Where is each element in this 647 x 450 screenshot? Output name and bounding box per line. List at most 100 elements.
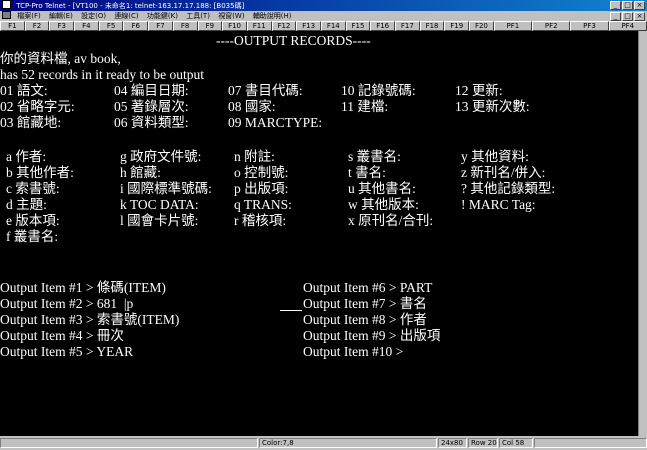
menu-bar: 檔案(F) 編輯(E) 設定(O) 連線(C) 功能鍵(K) 工具(T) 視窗(…	[0, 11, 647, 21]
code-option: o 控制號:	[234, 165, 289, 180]
code-option: q TRANS:	[234, 197, 292, 212]
child-close-button[interactable]: ×	[634, 12, 645, 21]
code-option: u 其他書名:	[348, 181, 416, 196]
code-option: d 主題:	[6, 197, 47, 212]
screen-heading: ----OUTPUT RECORDS----	[216, 33, 371, 48]
fkey-f18[interactable]: F18	[419, 21, 445, 31]
code-option: g 政府文件號:	[120, 149, 202, 164]
menu-edit[interactable]: 編輯(E)	[49, 11, 73, 21]
output-item: Output Item #6 > PART	[303, 280, 433, 295]
output-item: Output Item #8 > 作者	[303, 312, 427, 327]
maximize-button[interactable]: □	[622, 1, 633, 10]
fkey-f14[interactable]: F14	[320, 21, 346, 31]
function-key-bar: F1 F2 F3 F4 F5 F6 F7 F8 F9 F10 F11 F12 F13 F14 F15 F16 F…	[0, 21, 647, 31]
code-option: b 其他作者:	[6, 165, 74, 180]
field-option: 10 記錄號碼:	[341, 83, 416, 98]
code-option: k TOC DATA:	[120, 197, 199, 212]
menu-file[interactable]: 檔案(F)	[17, 11, 41, 21]
menu-window[interactable]: 視窗(W)	[218, 11, 244, 21]
code-option: n 附註:	[234, 149, 275, 164]
menu-connect[interactable]: 連線(C)	[114, 11, 138, 21]
code-option: p 出版項:	[234, 181, 289, 196]
intro-line: 你的資料檔, av book,	[0, 51, 121, 66]
output-item: Output Item #3 > 索書號(ITEM)	[0, 312, 180, 327]
title-bar: TCP-Pro Telnet - [VT100 - 未命名1: telnet-1…	[0, 0, 647, 11]
minimize-button[interactable]: _	[610, 1, 621, 10]
code-option: a 作者:	[6, 149, 47, 164]
fkey-f3[interactable]: F3	[49, 21, 75, 31]
code-option: x 原刊名/合刊:	[348, 213, 434, 228]
code-option: ? 其他記錄類型:	[461, 181, 556, 196]
fkey-f8[interactable]: F8	[172, 21, 198, 31]
code-option: f 叢書名:	[6, 229, 59, 244]
fkey-f2[interactable]: F2	[24, 21, 50, 31]
fkey-pf1[interactable]: PF1	[493, 21, 533, 31]
fkey-f20[interactable]: F20	[469, 21, 494, 31]
document-icon[interactable]	[2, 11, 11, 19]
field-option: 06 資料類型:	[114, 115, 189, 130]
status-row: Row 20	[468, 438, 498, 448]
output-item: Output Item #9 > 出版項	[303, 328, 441, 343]
field-option: 02 省略字元:	[0, 99, 75, 114]
fkey-f13[interactable]: F13	[296, 21, 321, 31]
text-cursor	[280, 310, 302, 311]
status-empty-1	[0, 438, 258, 448]
status-bar: Color:7,8 24x80 Row 20 Col 58	[0, 436, 647, 450]
code-option: t 書名:	[348, 165, 386, 180]
menu-settings[interactable]: 設定(O)	[81, 11, 106, 21]
intro-line: has 52 records in it ready to be output	[0, 67, 204, 82]
output-item: Output Item #4 > 冊次	[0, 328, 124, 343]
code-option: r 稽核項:	[234, 213, 287, 228]
code-option: w 其他版本:	[348, 197, 419, 212]
output-item: Output Item #10 >	[303, 344, 404, 359]
output-item: Output Item #7 > 書名	[303, 296, 427, 311]
field-option: 04 編目日期:	[114, 83, 189, 98]
vertical-scrollbar[interactable]	[638, 31, 647, 436]
field-option: 08 國家:	[228, 99, 276, 114]
fkey-pf4[interactable]: PF4	[608, 21, 647, 31]
fkey-f19[interactable]: F19	[444, 21, 470, 31]
code-option: ! MARC Tag:	[461, 197, 536, 212]
status-empty-2	[534, 438, 647, 448]
close-button[interactable]: ×	[634, 1, 645, 10]
child-minimize-button[interactable]: _	[610, 12, 621, 21]
fkey-f15[interactable]: F15	[345, 21, 371, 31]
field-option: 09 MARCTYPE:	[228, 115, 323, 130]
menu-function-keys[interactable]: 功能鍵(K)	[147, 11, 178, 21]
field-option: 01 語文:	[0, 83, 48, 98]
menu-tools[interactable]: 工具(T)	[186, 11, 210, 21]
window-title: TCP-Pro Telnet - [VT100 - 未命名1: telnet-1…	[16, 2, 245, 10]
fkey-f6[interactable]: F6	[123, 21, 149, 31]
fkey-pf2[interactable]: PF2	[532, 21, 571, 31]
code-option: y 其他資料:	[461, 149, 529, 164]
child-maximize-button[interactable]: □	[622, 12, 633, 21]
code-option: s 叢書名:	[348, 149, 401, 164]
fkey-f11[interactable]: F11	[246, 21, 272, 31]
terminal-screen[interactable]: ----OUTPUT RECORDS---- 你的資料檔, av book, has…	[0, 31, 638, 436]
status-color: Color:7,8	[259, 438, 437, 448]
app-icon	[2, 0, 11, 9]
fkey-f17[interactable]: F17	[395, 21, 420, 31]
fkey-pf3[interactable]: PF3	[570, 21, 609, 31]
status-col: Col 58	[499, 438, 533, 448]
code-option: h 館藏:	[120, 165, 161, 180]
output-item: Output Item #5 > YEAR	[0, 344, 134, 359]
status-size: 24x80	[438, 438, 467, 448]
field-option: 13 更新次數:	[455, 99, 530, 114]
field-option: 03 館藏地:	[0, 115, 62, 130]
fkey-f4[interactable]: F4	[74, 21, 99, 31]
field-option: 12 更新:	[455, 83, 503, 98]
fkey-f5[interactable]: F5	[98, 21, 124, 31]
fkey-f12[interactable]: F12	[271, 21, 297, 31]
field-option: 05 著錄層次:	[114, 99, 189, 114]
code-option: e 版本項:	[6, 213, 60, 228]
field-option: 11 建檔:	[341, 99, 389, 114]
code-option: l 國會卡片號:	[120, 213, 199, 228]
fkey-f9[interactable]: F9	[197, 21, 223, 31]
fkey-f1[interactable]: F1	[0, 21, 25, 31]
fkey-f10[interactable]: F10	[222, 21, 247, 31]
fkey-f16[interactable]: F16	[370, 21, 395, 31]
menu-help[interactable]: 輔助說明(H)	[253, 11, 292, 21]
fkey-f7[interactable]: F7	[148, 21, 173, 31]
code-option: c 索書號:	[6, 181, 60, 196]
